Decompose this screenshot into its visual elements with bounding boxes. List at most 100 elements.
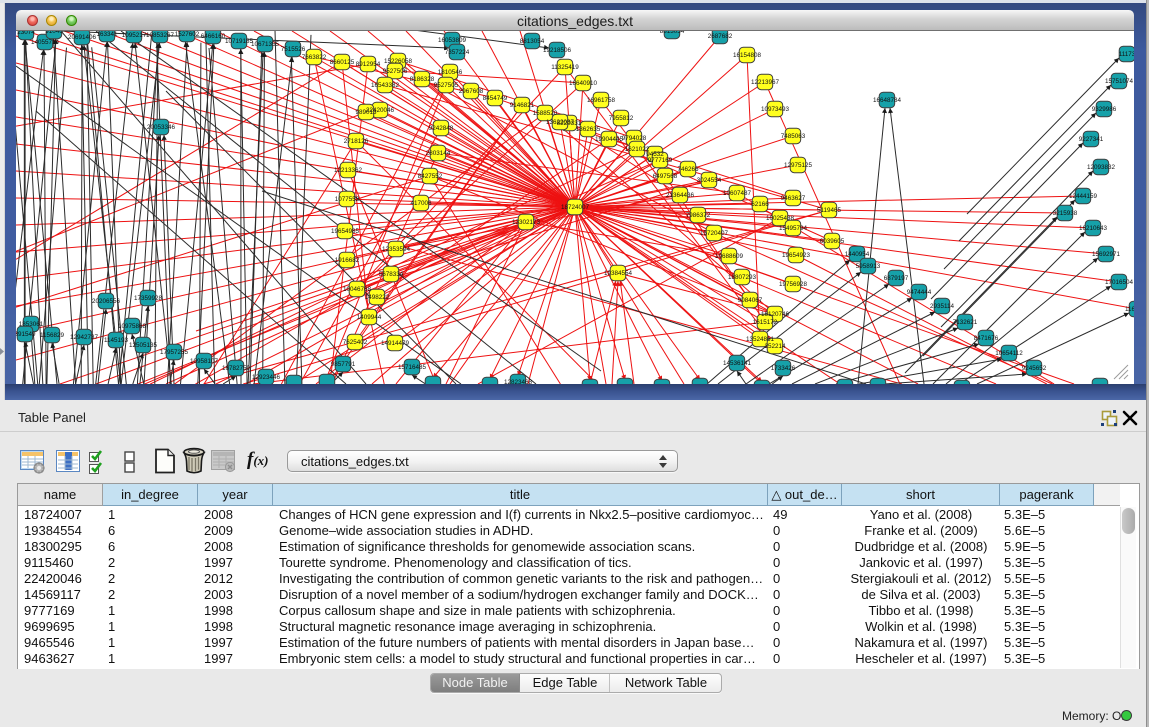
svg-text:20691406: 20691406 bbox=[68, 34, 97, 41]
svg-text:20053346: 20053346 bbox=[147, 124, 176, 131]
svg-text:1853061: 1853061 bbox=[19, 321, 44, 328]
svg-text:12823468: 12823468 bbox=[504, 379, 533, 384]
svg-text:1156829: 1156829 bbox=[40, 332, 65, 339]
svg-text:13524861: 13524861 bbox=[746, 336, 775, 343]
svg-text:19904445: 19904445 bbox=[595, 136, 624, 143]
svg-text:91046: 91046 bbox=[45, 31, 63, 35]
svg-text:12505135: 12505135 bbox=[129, 342, 158, 349]
svg-text:6466160: 6466160 bbox=[201, 33, 226, 40]
svg-text:12444159: 12444159 bbox=[1069, 193, 1098, 200]
svg-text:8660125: 8660125 bbox=[330, 59, 355, 66]
svg-text:7986372: 7986372 bbox=[686, 212, 711, 219]
svg-text:16120746: 16120746 bbox=[761, 311, 790, 318]
svg-text:989013: 989013 bbox=[355, 109, 377, 116]
svg-text:2935114: 2935114 bbox=[930, 303, 955, 310]
svg-text:9227341: 9227341 bbox=[1079, 136, 1104, 143]
svg-text:14055714: 14055714 bbox=[31, 39, 60, 46]
svg-text:1615172: 1615172 bbox=[753, 319, 778, 326]
svg-text:6497568: 6497568 bbox=[653, 173, 678, 180]
svg-text:746266: 746266 bbox=[677, 166, 699, 173]
svg-text:8912954: 8912954 bbox=[356, 61, 381, 68]
svg-text:9474444: 9474444 bbox=[907, 289, 932, 296]
svg-text:2687682: 2687682 bbox=[708, 33, 733, 40]
svg-text:16154808: 16154808 bbox=[733, 52, 762, 59]
svg-text:8186328: 8186328 bbox=[410, 76, 435, 83]
svg-text:11173: 11173 bbox=[1119, 51, 1134, 58]
svg-text:18807293: 18807293 bbox=[728, 274, 757, 281]
svg-text:1145193: 1145193 bbox=[104, 337, 129, 344]
svg-text:2803144: 2803144 bbox=[426, 150, 451, 157]
svg-text:9329986: 9329986 bbox=[1092, 106, 1117, 113]
svg-text:7663822: 7663822 bbox=[302, 54, 327, 61]
svg-text:8813054: 8813054 bbox=[660, 31, 685, 35]
svg-text:16640910: 16640910 bbox=[569, 80, 598, 87]
svg-text:12093832: 12093832 bbox=[1087, 164, 1116, 171]
svg-text:391549: 391549 bbox=[16, 331, 36, 338]
svg-text:15716485: 15716485 bbox=[398, 364, 427, 371]
svg-text:14914479: 14914479 bbox=[381, 340, 410, 347]
svg-text:9857791: 9857791 bbox=[331, 361, 356, 368]
svg-text:19756928: 19756928 bbox=[779, 281, 808, 288]
svg-text:1810546: 1810546 bbox=[438, 69, 463, 76]
svg-text:16053809: 16053809 bbox=[438, 37, 467, 44]
svg-text:7485063: 7485063 bbox=[781, 133, 806, 140]
svg-text:15692971: 15692971 bbox=[1092, 251, 1121, 258]
svg-text:1409944: 1409944 bbox=[357, 314, 382, 321]
svg-text:1440954: 1440954 bbox=[845, 251, 870, 258]
svg-text:15751074: 15751074 bbox=[1105, 78, 1134, 85]
svg-text:10654112: 10654112 bbox=[995, 350, 1023, 357]
svg-text:9146821: 9146821 bbox=[510, 102, 535, 109]
svg-text:6039605: 6039605 bbox=[820, 238, 845, 245]
svg-text:10671355: 10671355 bbox=[251, 41, 280, 48]
svg-text:15495794: 15495794 bbox=[779, 225, 808, 232]
svg-text:10025438: 10025438 bbox=[766, 215, 795, 222]
svg-text:1362635: 1362635 bbox=[576, 126, 601, 133]
svg-text:10973493: 10973493 bbox=[761, 106, 790, 113]
svg-text:5678334: 5678334 bbox=[379, 271, 404, 278]
svg-text:12213967: 12213967 bbox=[751, 79, 780, 86]
svg-text:9527505: 9527505 bbox=[434, 82, 459, 89]
svg-text:12213362: 12213362 bbox=[334, 167, 363, 174]
svg-text:5119465: 5119465 bbox=[817, 207, 842, 214]
svg-text:14536141: 14536141 bbox=[723, 360, 752, 367]
svg-text:1167531: 1167531 bbox=[1125, 306, 1134, 313]
svg-text:8454749: 8454749 bbox=[483, 95, 508, 102]
svg-text:10719185: 10719185 bbox=[225, 38, 254, 45]
svg-text:252214: 252214 bbox=[764, 343, 786, 350]
svg-text:19384554: 19384554 bbox=[604, 270, 633, 277]
svg-text:17016504: 17016504 bbox=[1105, 279, 1134, 286]
svg-text:1733426: 1733426 bbox=[771, 365, 796, 372]
svg-text:10975868: 10975868 bbox=[118, 323, 147, 330]
svg-text:6879197: 6879197 bbox=[884, 275, 909, 282]
svg-text:21364436: 21364436 bbox=[666, 192, 695, 199]
svg-text:19654923: 19654923 bbox=[782, 252, 811, 259]
svg-text:16961758: 16961758 bbox=[587, 97, 616, 104]
svg-text:12923446: 12923446 bbox=[252, 374, 281, 381]
svg-text:9794028: 9794028 bbox=[622, 135, 647, 142]
svg-text:10607487: 10607487 bbox=[723, 190, 752, 197]
svg-text:12353594: 12353594 bbox=[382, 246, 411, 253]
svg-text:10853267: 10853267 bbox=[146, 32, 175, 39]
svg-text:12975125: 12975125 bbox=[784, 162, 813, 169]
svg-text:10046768: 10046768 bbox=[343, 286, 372, 293]
svg-text:17957255: 17957255 bbox=[160, 349, 189, 356]
svg-text:3215938: 3215938 bbox=[1053, 210, 1078, 217]
svg-text:8427552: 8427552 bbox=[418, 173, 443, 180]
svg-text:13302173: 13302173 bbox=[512, 219, 541, 226]
svg-text:15720407: 15720407 bbox=[700, 230, 729, 237]
svg-text:1916682: 1916682 bbox=[335, 257, 360, 264]
svg-text:7515526: 7515526 bbox=[281, 46, 306, 53]
svg-text:9084067: 9084067 bbox=[738, 297, 763, 304]
svg-text:9527506: 9527506 bbox=[383, 68, 408, 75]
svg-text:16648784: 16648784 bbox=[873, 97, 902, 104]
svg-text:1077552: 1077552 bbox=[335, 196, 360, 203]
svg-text:18724007: 18724007 bbox=[561, 204, 590, 211]
svg-text:19218506: 19218506 bbox=[543, 47, 572, 54]
svg-text:3024554: 3024554 bbox=[697, 177, 722, 184]
svg-text:1095217: 1095217 bbox=[122, 32, 147, 39]
svg-text:1527602: 1527602 bbox=[175, 31, 200, 38]
svg-text:7132621: 7132621 bbox=[953, 319, 978, 326]
svg-text:417006: 417006 bbox=[410, 200, 432, 207]
svg-text:7625402: 7625402 bbox=[343, 339, 368, 346]
svg-text:7955812: 7955812 bbox=[609, 115, 634, 122]
